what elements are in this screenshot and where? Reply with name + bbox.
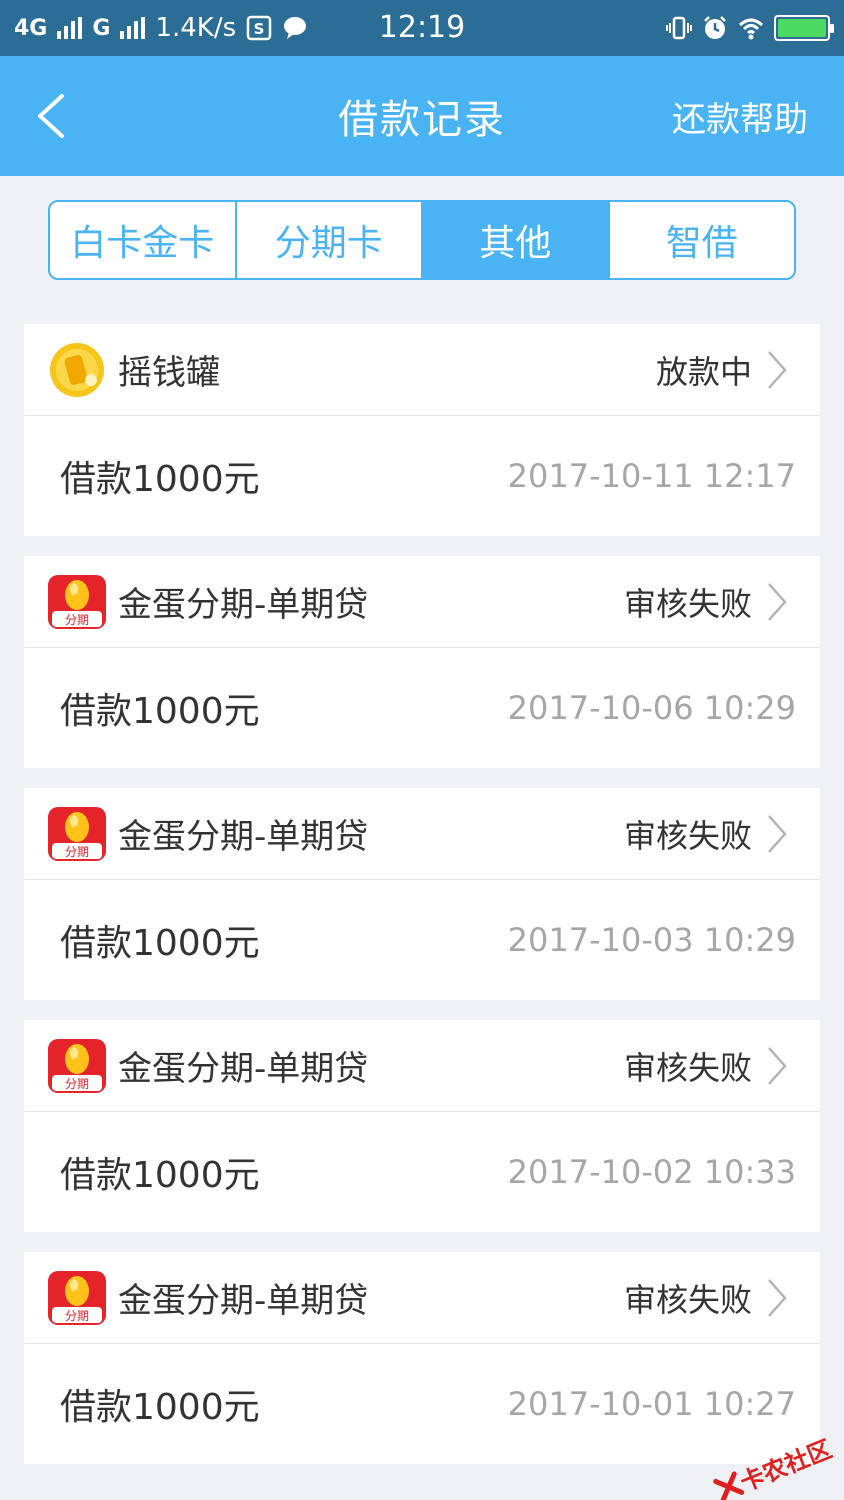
loan-amount: 借款1000元	[60, 459, 260, 500]
loan-status: 审核失败	[623, 1280, 752, 1319]
network-4g-label: 4G	[14, 15, 48, 41]
chevron-right-icon	[768, 350, 787, 389]
s-box-icon: S	[246, 15, 272, 41]
loan-record-list: 摇钱罐 放款中 借款1000元 2017-10-11 12:17 分期 金蛋分期…	[0, 324, 844, 1464]
coin-jar-icon	[50, 342, 104, 397]
loan-product-name: 金蛋分期-单期贷	[118, 1049, 369, 1089]
tab-baika-jinka[interactable]: 白卡金卡	[50, 202, 237, 278]
repay-help-link[interactable]: 还款帮助	[672, 92, 808, 141]
loan-record-card[interactable]: 摇钱罐 放款中 借款1000元 2017-10-11 12:17	[24, 324, 820, 536]
signal-bars-icon	[57, 17, 83, 39]
tab-bar: 白卡金卡 分期卡 其他 智借	[48, 200, 796, 280]
loan-record-header: 分期 金蛋分期-单期贷 审核失败	[24, 1252, 820, 1344]
loan-time: 2017-10-11 12:17	[507, 457, 796, 495]
page-title: 借款记录	[338, 97, 506, 143]
loan-record-body: 借款1000元 2017-10-11 12:17	[24, 416, 820, 536]
loan-product-name: 摇钱罐	[118, 353, 220, 393]
loan-status: 审核失败	[623, 816, 752, 855]
loan-status: 审核失败	[623, 1048, 752, 1087]
loan-status: 审核失败	[623, 584, 752, 623]
status-bar: 4G G 1.4K/s S 12:19	[0, 0, 844, 56]
loan-product-name: 金蛋分期-单期贷	[118, 817, 369, 857]
status-right	[666, 15, 834, 41]
loan-record-body: 借款1000元 2017-10-01 10:27	[24, 1344, 820, 1464]
golden-egg-icon: 分期	[48, 574, 106, 629]
loan-record-header: 分期 金蛋分期-单期贷 审核失败	[24, 556, 820, 648]
loan-record-body: 借款1000元 2017-10-02 10:33	[24, 1112, 820, 1232]
loan-record-card[interactable]: 分期 金蛋分期-单期贷 审核失败 借款1000元 2017-10-02 10:3…	[24, 1020, 820, 1232]
svg-text:分期: 分期	[65, 1077, 89, 1091]
loan-time: 2017-10-03 10:29	[507, 921, 796, 959]
tab-other[interactable]: 其他	[423, 202, 610, 278]
svg-text:S: S	[254, 20, 265, 38]
loan-record-header: 分期 金蛋分期-单期贷 审核失败	[24, 788, 820, 880]
battery-icon	[774, 15, 834, 41]
header: 借款记录 还款帮助	[0, 56, 844, 176]
alarm-clock-icon	[704, 16, 726, 39]
golden-egg-icon: 分期	[48, 806, 106, 861]
tab-zhijie[interactable]: 智借	[610, 202, 795, 278]
loan-product-name: 金蛋分期-单期贷	[118, 585, 369, 625]
wifi-icon	[738, 18, 764, 40]
signal-bars-icon	[120, 17, 146, 39]
golden-egg-icon: 分期	[48, 1270, 106, 1325]
tab-fenqika[interactable]: 分期卡	[237, 202, 423, 278]
chat-bubble-icon	[284, 17, 307, 39]
loan-time: 2017-10-01 10:27	[507, 1385, 796, 1423]
loan-record-header: 分期 金蛋分期-单期贷 审核失败	[24, 1020, 820, 1112]
chevron-right-icon	[768, 1046, 787, 1085]
loan-amount: 借款1000元	[60, 1155, 260, 1196]
loan-record-card[interactable]: 分期 金蛋分期-单期贷 审核失败 借款1000元 2017-10-06 10:2…	[24, 556, 820, 768]
loan-time: 2017-10-02 10:33	[507, 1153, 796, 1191]
chevron-left-icon[interactable]	[32, 92, 72, 140]
chevron-right-icon	[768, 582, 787, 621]
network-speed: 1.4K/s	[155, 13, 237, 43]
loan-record-header: 摇钱罐 放款中	[24, 324, 820, 416]
chevron-right-icon	[768, 1278, 787, 1317]
loan-record-card[interactable]: 分期 金蛋分期-单期贷 审核失败 借款1000元 2017-10-03 10:2…	[24, 788, 820, 1000]
loan-record-card[interactable]: 分期 金蛋分期-单期贷 审核失败 借款1000元 2017-10-01 10:2…	[24, 1252, 820, 1464]
loan-product-name: 金蛋分期-单期贷	[118, 1281, 369, 1321]
loan-record-body: 借款1000元 2017-10-06 10:29	[24, 648, 820, 768]
loan-amount: 借款1000元	[60, 1387, 260, 1428]
loan-status: 放款中	[655, 352, 752, 391]
loan-time: 2017-10-06 10:29	[507, 689, 796, 727]
svg-text:分期: 分期	[65, 845, 89, 859]
loan-amount: 借款1000元	[60, 923, 260, 964]
loan-record-body: 借款1000元 2017-10-03 10:29	[24, 880, 820, 1000]
chevron-right-icon	[768, 814, 787, 853]
svg-text:分期: 分期	[65, 613, 89, 627]
svg-text:分期: 分期	[65, 1309, 89, 1323]
status-left: 4G G 1.4K/s S	[14, 13, 308, 43]
vibrate-icon	[666, 16, 692, 40]
loan-amount: 借款1000元	[60, 691, 260, 732]
golden-egg-icon: 分期	[48, 1038, 106, 1093]
network-g-label: G	[92, 15, 111, 41]
